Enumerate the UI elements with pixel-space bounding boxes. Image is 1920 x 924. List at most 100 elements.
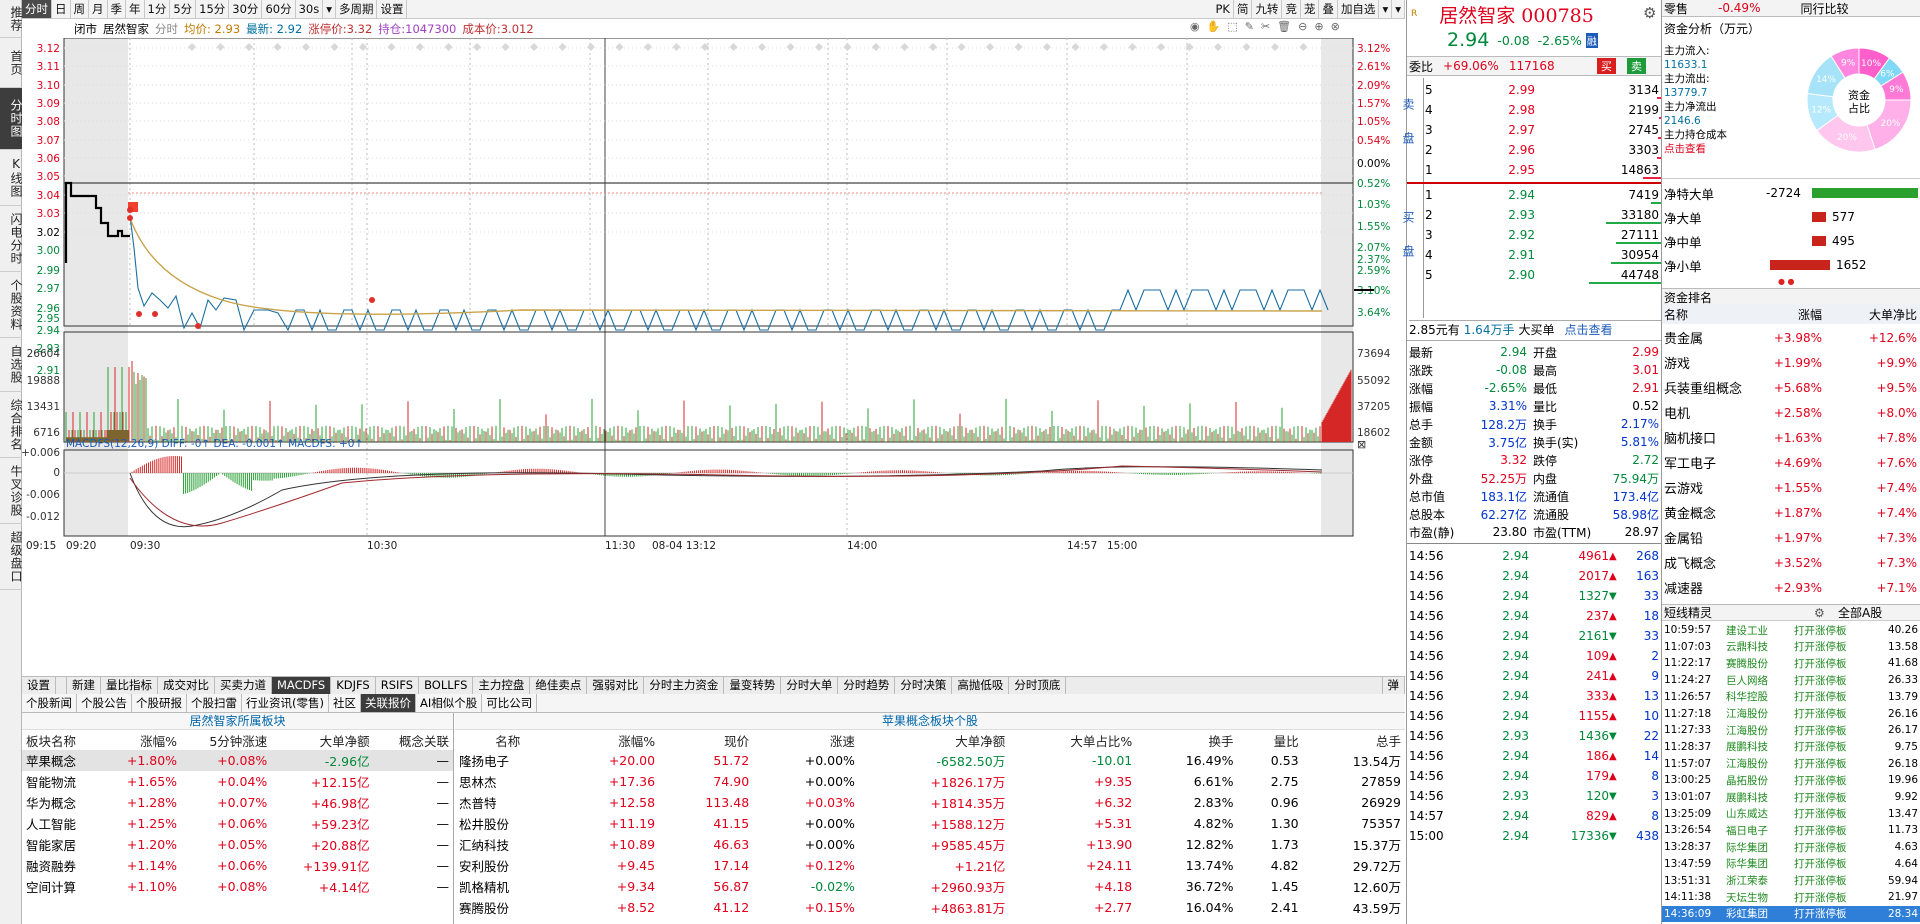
indicator-tab-3[interactable]: 量比指标 <box>101 677 158 694</box>
view-detail-link[interactable]: 点击查看 <box>1564 321 1612 338</box>
short-line-row[interactable]: 14:36:09 彩虹集团 打开涨停板 28.34 <box>1662 905 1920 922</box>
rank-col-name[interactable]: 名称 <box>1662 306 1762 323</box>
bid-row[interactable]: 2 2.93 33180 <box>1425 205 1661 225</box>
add-watchlist-button[interactable]: 加自选 <box>1338 0 1380 18</box>
period-30s[interactable]: 30s <box>296 0 324 18</box>
stock-row[interactable]: 思林杰 +17.36 74.90 +0.00% +1826.17万 +9.35 6.61% 2… <box>455 771 1405 792</box>
stock-row[interactable]: 安利股份 +9.45 17.14 +0.12% +1.21亿 +24.11 13.74% 4.… <box>455 855 1405 876</box>
nav-profile[interactable]: 个股资料 <box>0 272 23 338</box>
rank-row[interactable]: 贵金属 +3.98% +12.6% <box>1662 325 1920 350</box>
news-tab-4[interactable]: 行业资讯(零售) <box>242 694 329 712</box>
pk-button[interactable]: PK <box>1212 0 1234 18</box>
period-15min[interactable]: 15分 <box>196 0 230 18</box>
indicator-tab-11[interactable]: 绝佳卖点 <box>530 677 588 694</box>
nav-recommend[interactable]: 推荐 <box>0 0 23 38</box>
indicator-tab-0[interactable]: 设置 <box>22 677 56 694</box>
period-year[interactable]: 年 <box>126 0 145 18</box>
ask-row[interactable]: 3 2.97 2745 <box>1425 120 1661 140</box>
stocks-col-2[interactable]: 现价 <box>659 730 753 750</box>
ask-row[interactable]: 5 2.99 3134 <box>1425 80 1661 100</box>
timeshare-chart[interactable]: 3.133.123.113.103.093.083.073.063.053.04… <box>22 38 1405 678</box>
short-line-row[interactable]: 13:00:25 晶拓股份 打开涨停板 19.96 <box>1662 772 1920 788</box>
nav-kline[interactable]: K线图 <box>0 150 23 206</box>
buy-button[interactable]: 买 <box>1597 58 1616 74</box>
stock-row[interactable]: 赛腾股份 +8.52 41.12 +0.15% +4863.81万 +2.77 16.04%… <box>455 897 1405 918</box>
sector-row[interactable]: 智能家居 +1.20% +0.05% +20.88亿 — <box>22 834 453 855</box>
bid-row[interactable]: 1 2.94 7419 <box>1425 185 1661 205</box>
period-60min[interactable]: 60分 <box>262 0 296 18</box>
macd-close-icon[interactable]: ⊠ <box>1357 438 1366 451</box>
indicator-tab-1[interactable] <box>56 677 67 694</box>
indicator-tab-2[interactable]: 新建 <box>67 677 101 694</box>
stock-row[interactable]: 隆扬电子 +20.00 51.72 +0.00% -6582.50万 -10.01 16.4… <box>455 750 1405 771</box>
short-line-row[interactable]: 10:59:57 建设工业 打开涨停板 40.26 <box>1662 622 1920 638</box>
indicator-tab-16[interactable]: 分时趋势 <box>838 677 896 694</box>
short-line-row[interactable]: 13:51:31 浙江荣泰 打开涨停板 59.94 <box>1662 873 1920 889</box>
popup-toggle[interactable]: 弹 <box>1381 677 1405 694</box>
stocks-col-3[interactable]: 涨速 <box>753 730 859 750</box>
ask-row[interactable]: 1 2.95 14863 <box>1425 160 1661 180</box>
down-arrow-button[interactable]: ▾ <box>1392 0 1405 18</box>
eye-icon[interactable]: ◉ <box>1190 20 1200 33</box>
period-quarter[interactable]: 季 <box>108 0 126 18</box>
period-day[interactable]: 日 <box>52 0 71 18</box>
stocks-col-5[interactable]: 大单占比% <box>1009 730 1136 750</box>
short-line-row[interactable]: 13:28:37 际华集团 打开涨停板 4.63 <box>1662 839 1920 855</box>
close-chart-icon[interactable]: ⊗ <box>1331 20 1340 33</box>
rank-col-net[interactable]: 大单净比 <box>1822 306 1917 323</box>
indicator-tab-4[interactable]: 成交对比 <box>158 677 215 694</box>
sector-row[interactable]: 空间计算 +1.10% +0.08% +4.14亿 — <box>22 876 453 897</box>
short-settings-icon[interactable]: ⚙ <box>1814 606 1825 620</box>
stocks-col-7[interactable]: 量比 <box>1237 730 1302 750</box>
tab-peer-compare[interactable]: 同行比较 <box>1800 0 1848 17</box>
stock-row[interactable]: 汇纳科技 +10.89 46.63 +0.00% +9585.45万 +13.90 12.8… <box>455 834 1405 855</box>
short-line-row[interactable]: 14:11:38 天坛生物 打开涨停板 21.97 <box>1662 889 1920 905</box>
page-dots[interactable]: ● ● <box>1778 277 1795 286</box>
stocks-col-8[interactable]: 总手 <box>1303 730 1405 750</box>
sell-button[interactable]: 卖 <box>1627 58 1646 74</box>
rank-row[interactable]: 成飞概念 +3.52% +7.3% <box>1662 550 1920 575</box>
short-line-row[interactable]: 11:22:17 赛腾股份 打开涨停板 41.68 <box>1662 655 1920 671</box>
sector-row[interactable]: 智能物流 +1.65% +0.04% +12.15亿 — <box>22 771 453 792</box>
stocks-col-0[interactable]: 名称 <box>455 730 560 750</box>
rank-row[interactable]: 游戏 +1.99% +9.9% <box>1662 350 1920 375</box>
indicator-tab-10[interactable]: 主力控盘 <box>473 677 531 694</box>
period-month[interactable]: 月 <box>89 0 108 18</box>
sector-col-1[interactable]: 涨幅% <box>101 730 181 750</box>
rank-row[interactable]: 减速器 +2.93% +7.1% <box>1662 575 1920 600</box>
tea-button[interactable]: 茏 <box>1301 0 1320 18</box>
indicator-tab-18[interactable]: 高抛低吸 <box>952 677 1010 694</box>
sector-row[interactable]: 人工智能 +1.25% +0.06% +59.23亿 — <box>22 813 453 834</box>
short-line-row[interactable]: 13:25:09 山东威达 打开涨停板 13.47 <box>1662 806 1920 822</box>
sector-col-0[interactable]: 板块名称 <box>22 730 101 750</box>
period-week[interactable]: 周 <box>71 0 89 18</box>
plus-zoom-icon[interactable]: ⊕ <box>1314 20 1323 33</box>
nav-home[interactable]: 首页 <box>0 38 23 88</box>
overlay-button[interactable]: 叠 <box>1319 0 1338 18</box>
indicator-tab-7[interactable]: KDJFS <box>331 677 376 694</box>
stock-row[interactable]: 杰普特 +12.58 113.48 +0.03% +1814.35万 +6.32 2.83%… <box>455 792 1405 813</box>
period-timeshare[interactable]: 分时 <box>22 0 52 18</box>
simple-button[interactable]: 简 <box>1234 0 1253 18</box>
indicator-tab-12[interactable]: 强弱对比 <box>587 677 645 694</box>
short-line-row[interactable]: 13:47:59 际华集团 打开涨停板 4.64 <box>1662 856 1920 872</box>
hand-icon[interactable]: ✋ <box>1207 20 1221 33</box>
short-line-row[interactable]: 11:07:03 云鼎科技 打开涨停板 13.58 <box>1662 639 1920 655</box>
stocks-col-4[interactable]: 大单净额 <box>859 730 1009 750</box>
settings-button[interactable]: 设置 <box>377 0 408 18</box>
news-tab-2[interactable]: 个股研报 <box>132 694 187 712</box>
indicator-tab-6[interactable]: MACDFS <box>272 677 332 694</box>
ask-row[interactable]: 2 2.96 3303 <box>1425 140 1661 160</box>
news-tab-8[interactable]: 可比公司 <box>482 694 538 712</box>
bid-row[interactable]: 4 2.91 30954 <box>1425 245 1661 265</box>
indicator-tab-8[interactable]: RSIFS <box>376 677 420 694</box>
indicator-tab-15[interactable]: 分时大单 <box>781 677 839 694</box>
short-line-row[interactable]: 11:27:33 江海股份 打开涨停板 26.17 <box>1662 722 1920 738</box>
indicator-tab-5[interactable]: 买卖力道 <box>215 677 272 694</box>
select-icon[interactable]: ⬚ <box>1227 20 1237 33</box>
rank-row[interactable]: 金属铅 +1.97% +7.3% <box>1662 525 1920 550</box>
bid-row[interactable]: 5 2.90 44748 <box>1425 265 1661 285</box>
news-tab-5[interactable]: 社区 <box>329 694 361 712</box>
nav-timeshare[interactable]: 分时图 <box>0 88 23 150</box>
nav-ranking[interactable]: 综合排名 <box>0 392 23 458</box>
